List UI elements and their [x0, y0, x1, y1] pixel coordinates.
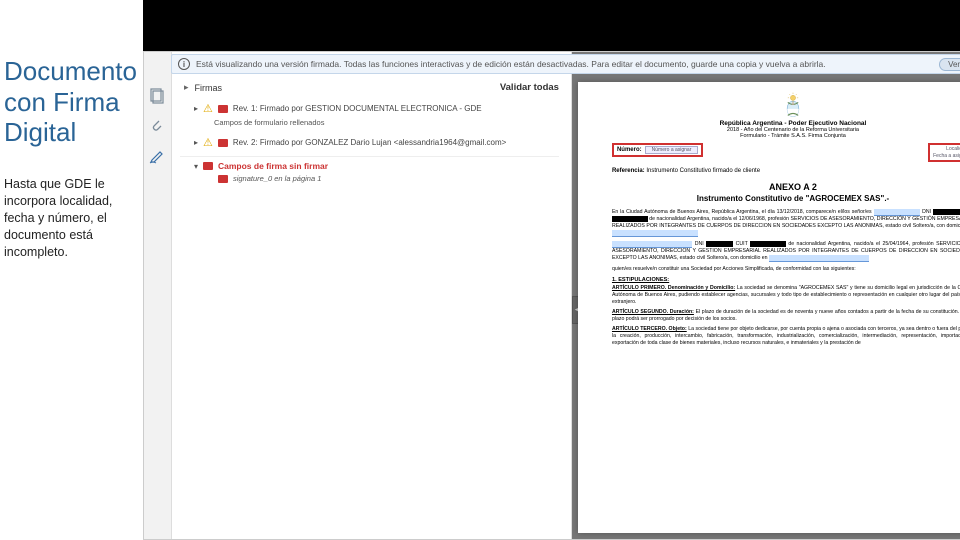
company-name-highlight: AGROCEMEX SAS: [801, 285, 847, 291]
redacted-name-2: [612, 241, 692, 248]
warning-icon: ⚠: [203, 102, 213, 115]
unsigned-header-row[interactable]: ▾ Campos de firma sin firmar: [180, 161, 559, 171]
numero-box-highlighted: Número: Número a asignar: [612, 143, 703, 157]
articulo-segundo: ARTÍCULO SEGUNDO. Duración: El plazo de …: [612, 309, 960, 323]
unsigned-header-label: Campos de firma sin firmar: [218, 161, 328, 171]
localidad-fecha-box-highlighted: Localidad: Fecha a asignar: [928, 143, 960, 162]
referencia-value: Instrumento Constitutivo firmado de clie…: [646, 168, 760, 174]
redacted-cuit-1: 00000000000: [612, 216, 648, 222]
thumbnails-icon[interactable]: [149, 88, 165, 104]
pdf-shell: × ▸ Firmas Validar todas ▸ ⚠ Rev. 1: Fir…: [143, 51, 960, 540]
signature-stamp-icon: [218, 139, 228, 147]
validate-all-link[interactable]: Validar todas: [500, 82, 559, 93]
left-text-column: Documento con Firma Digital Hasta que GD…: [0, 0, 143, 540]
paragraph-1: En la Ciudad Autónoma de Buenos Aires, R…: [612, 209, 960, 237]
warning-icon: ⚠: [203, 136, 213, 149]
localidad-value: Localidad:: [946, 146, 960, 152]
chevron-down-icon: ▾: [194, 162, 198, 171]
redacted-dni-2: 00000000: [706, 241, 733, 247]
attachments-icon[interactable]: [149, 118, 165, 134]
signature-stamp-icon: [218, 175, 228, 183]
sig-panel-title: Firmas: [195, 83, 494, 93]
p1-intro: En la Ciudad Autónoma de Buenos Aires, R…: [612, 209, 872, 215]
redacted-name-1: [874, 209, 921, 216]
unsigned-section: ▾ Campos de firma sin firmar signature_0…: [180, 156, 559, 183]
articulo-tercero: ARTÍCULO TERCERO. Objeto: La sociedad ti…: [612, 326, 960, 347]
unsigned-item-row[interactable]: signature_0 en la página 1: [180, 174, 559, 183]
articulo-primero: ARTÍCULO PRIMERO. Denominación y Domicil…: [612, 285, 960, 306]
chevron-right-icon: ▸: [194, 138, 198, 147]
numero-row: Número: Número a asignar Localidad: Fech…: [612, 143, 960, 162]
estipulaciones-title: 1. ESTIPULACIONES:: [612, 277, 960, 283]
nation-header: República Argentina - Poder Ejecutivo Na…: [612, 120, 960, 127]
sig-panel-header: ▸ Firmas Validar todas: [180, 82, 559, 93]
signatures-panel: × ▸ Firmas Validar todas ▸ ⚠ Rev. 1: Fir…: [172, 52, 572, 539]
form-title: Formulario - Trámite S.A.S. Firma Conjun…: [612, 133, 960, 139]
signature-panel-icon[interactable]: [149, 148, 165, 164]
signature-stamp-icon: [218, 105, 228, 113]
instrumento-title: Instrumento Constitutivo de "AGROCEMEX S…: [612, 194, 960, 203]
art2-label: ARTÍCULO SEGUNDO. Duración:: [612, 309, 694, 315]
referencia-line: Referencia: Instrumento Constitutivo fir…: [612, 168, 960, 174]
anexo-title: ANEXO A 2: [612, 182, 960, 192]
redacted-address-1: [612, 230, 698, 237]
sig-rev2-row[interactable]: ▸ ⚠ Rev. 2: Firmado por GONZALEZ Dario L…: [180, 133, 559, 152]
black-band: [143, 0, 960, 51]
fields-filled-note: Campos de formulario rellenados: [180, 118, 559, 127]
slide-root: Documento con Firma Digital Hasta que GD…: [0, 0, 960, 540]
ver-informe-button[interactable]: Ver informe: [939, 58, 960, 71]
chevron-right-icon[interactable]: ▸: [184, 82, 189, 93]
sig-rev1-row[interactable]: ▸ ⚠ Rev. 1: Firmado por GESTION DOCUMENT…: [180, 99, 559, 118]
fecha-value: Fecha a asignar: [933, 153, 960, 159]
signature-stamp-icon: [203, 162, 213, 170]
referencia-label: Referencia:: [612, 168, 645, 174]
document-viewport[interactable]: ◂: [572, 52, 960, 539]
chevron-right-icon: ▸: [194, 104, 198, 113]
signed-info-bar: i Está visualizando una versión firmada.…: [171, 54, 960, 74]
coat-of-arms-icon: [780, 92, 806, 118]
pdf-screenshot-area: i Está visualizando una versión firmada.…: [143, 0, 960, 540]
left-tool-rail: [144, 52, 172, 539]
slide-title: Documento con Firma Digital: [4, 56, 137, 148]
numero-label: Número:: [617, 147, 642, 153]
p1-body: de nacionalidad Argentina, nacido/a el 1…: [612, 216, 960, 229]
art1-label: ARTÍCULO PRIMERO. Denominación y Domicil…: [612, 285, 735, 291]
rev2-text: Rev. 2: Firmado por GONZALEZ Dario Lujan…: [233, 138, 506, 147]
paragraph-3: quien/es resuelve/n constituir una Socie…: [612, 266, 960, 273]
slide-blurb: Hasta que GDE le incorpora localidad, fe…: [4, 176, 137, 260]
art3-label: ARTÍCULO TERCERO. Objeto:: [612, 326, 687, 332]
numero-value: Número a asignar: [645, 146, 699, 154]
info-icon: i: [178, 58, 190, 70]
info-message: Está visualizando una versión firmada. T…: [196, 59, 826, 69]
redacted-address-2: [769, 255, 869, 262]
unsigned-item-text: signature_0 en la página 1: [233, 174, 321, 183]
redacted-cuit-2: 00000000000: [750, 241, 786, 247]
pdf-page: República Argentina - Poder Ejecutivo Na…: [578, 82, 960, 533]
redacted-dni-1: 00000000: [933, 209, 960, 215]
rev1-text: Rev. 1: Firmado por GESTION DOCUMENTAL E…: [233, 104, 482, 113]
paragraph-2: DNI 00000000 CUIT 00000000000 de naciona…: [612, 241, 960, 262]
